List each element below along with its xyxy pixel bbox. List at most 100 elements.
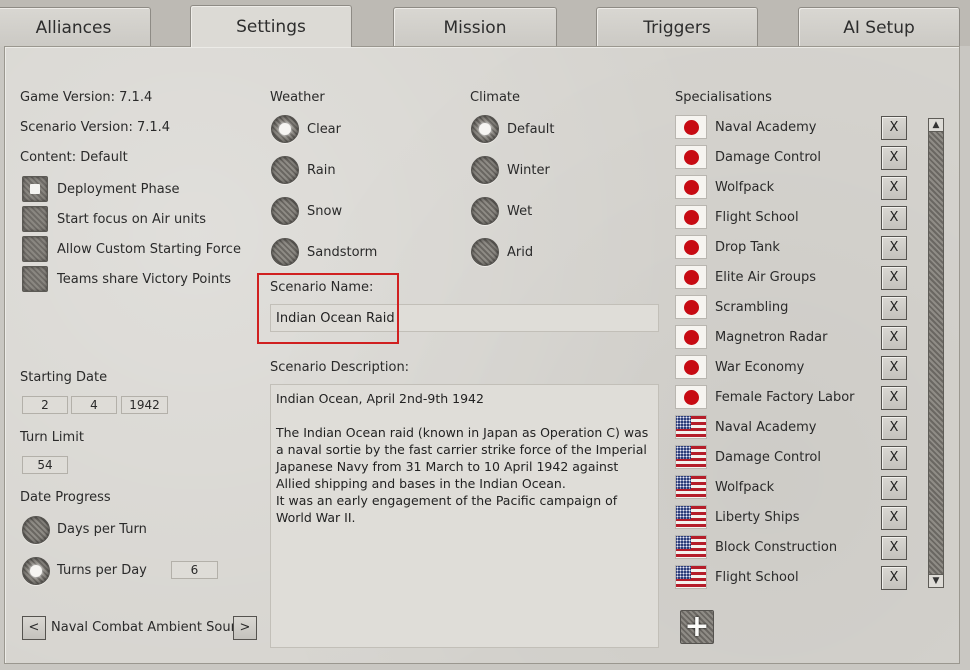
specialisation-name: Liberty Ships <box>715 510 800 525</box>
usa-flag-icon <box>675 535 707 559</box>
sound-next-button[interactable]: > <box>233 616 257 640</box>
tab-ai-setup[interactable]: AI Setup <box>798 7 960 47</box>
japan-flag-icon <box>675 115 707 139</box>
content-label: Content: Default <box>20 150 128 165</box>
remove-specialisation-button[interactable]: X <box>881 146 907 170</box>
climate-default-label: Default <box>507 122 555 137</box>
specialisation-name: War Economy <box>715 360 805 375</box>
turn-limit-field[interactable]: 54 <box>22 456 68 474</box>
usa-flag-icon <box>675 505 707 529</box>
game-version: Game Version: 7.1.4 <box>20 90 153 105</box>
share-vp-label: Teams share Victory Points <box>57 272 232 287</box>
specialisation-name: Wolfpack <box>715 180 775 195</box>
japan-flag-icon <box>675 385 707 409</box>
specialisation-name: Female Factory Labor <box>715 390 855 405</box>
weather-clear-label: Clear <box>307 122 341 137</box>
scenario-version: Scenario Version: 7.1.4 <box>20 120 171 135</box>
climate-winter-radio[interactable] <box>471 156 499 184</box>
remove-specialisation-button[interactable]: X <box>881 296 907 320</box>
climate-arid-label: Arid <box>507 245 534 260</box>
specialisation-name: Block Construction <box>715 540 838 555</box>
japan-flag-icon <box>675 145 707 169</box>
scroll-down-button[interactable]: ▼ <box>928 574 944 588</box>
specialisation-name: Flight School <box>715 210 799 225</box>
climate-winter-label: Winter <box>507 163 550 178</box>
specialisations-label: Specialisations <box>675 90 772 105</box>
deployment-phase-checkbox[interactable] <box>22 176 48 202</box>
japan-flag-icon <box>675 355 707 379</box>
weather-rain-radio[interactable] <box>271 156 299 184</box>
specialisation-name: Magnetron Radar <box>715 330 828 345</box>
remove-specialisation-button[interactable]: X <box>881 356 907 380</box>
tab-triggers[interactable]: Triggers <box>596 7 758 47</box>
japan-flag-icon <box>675 265 707 289</box>
remove-specialisation-button[interactable]: X <box>881 476 907 500</box>
japan-flag-icon <box>675 205 707 229</box>
usa-flag-icon <box>675 445 707 469</box>
weather-sandstorm-radio[interactable] <box>271 238 299 266</box>
weather-clear-radio[interactable] <box>271 115 299 143</box>
japan-flag-icon <box>675 295 707 319</box>
highlight-box <box>257 273 399 344</box>
scroll-up-button[interactable]: ▲ <box>928 118 944 132</box>
remove-specialisation-button[interactable]: X <box>881 326 907 350</box>
description-line-1: Indian Ocean, April 2nd-9th 1942 <box>276 391 484 406</box>
tab-alliances[interactable]: Alliances <box>0 7 151 47</box>
usa-flag-icon <box>675 475 707 499</box>
remove-specialisation-button[interactable]: X <box>881 386 907 410</box>
share-vp-checkbox[interactable] <box>22 266 48 292</box>
tab-settings[interactable]: Settings <box>190 5 352 47</box>
remove-specialisation-button[interactable]: X <box>881 236 907 260</box>
weather-sandstorm-label: Sandstorm <box>307 245 378 260</box>
remove-specialisation-button[interactable]: X <box>881 206 907 230</box>
specialisation-name: Wolfpack <box>715 480 775 495</box>
specialisation-name: Damage Control <box>715 150 821 165</box>
weather-rain-label: Rain <box>307 163 336 178</box>
remove-specialisation-button[interactable]: X <box>881 266 907 290</box>
remove-specialisation-button[interactable]: X <box>881 176 907 200</box>
tab-mission[interactable]: Mission <box>393 7 557 47</box>
custom-force-checkbox[interactable] <box>22 236 48 262</box>
climate-arid-radio[interactable] <box>471 238 499 266</box>
remove-specialisation-button[interactable]: X <box>881 566 907 590</box>
date-progress-label: Date Progress <box>20 490 111 505</box>
climate-default-radio[interactable] <box>471 115 499 143</box>
climate-wet-label: Wet <box>507 204 533 219</box>
turn-limit-label: Turn Limit <box>20 430 84 445</box>
start-year-field[interactable]: 1942 <box>121 396 168 414</box>
remove-specialisation-button[interactable]: X <box>881 446 907 470</box>
start-month-field[interactable]: 4 <box>71 396 117 414</box>
start-day-field[interactable]: 2 <box>22 396 68 414</box>
air-focus-label: Start focus on Air units <box>57 212 206 227</box>
turns-per-day-radio[interactable] <box>22 557 50 585</box>
weather-snow-label: Snow <box>307 204 343 219</box>
air-focus-checkbox[interactable] <box>22 206 48 232</box>
days-per-turn-radio[interactable] <box>22 516 50 544</box>
japan-flag-icon <box>675 235 707 259</box>
days-per-turn-label: Days per Turn <box>57 522 147 537</box>
weather-label: Weather <box>270 90 325 105</box>
tab-bar: Alliances Settings Mission Triggers AI S… <box>0 0 970 47</box>
turns-per-day-field[interactable]: 6 <box>171 561 218 579</box>
plus-icon: + <box>684 609 710 644</box>
scenario-description-textarea[interactable]: Indian Ocean, April 2nd-9th 1942 The Ind… <box>270 384 659 648</box>
sound-prev-button[interactable]: < <box>22 616 46 640</box>
remove-specialisation-button[interactable]: X <box>881 116 907 140</box>
ambient-sound-label: Naval Combat Ambient Sound <box>51 620 248 635</box>
scenario-description-label: Scenario Description: <box>270 360 410 375</box>
usa-flag-icon <box>675 565 707 589</box>
usa-flag-icon <box>675 415 707 439</box>
specialisation-name: Scrambling <box>715 300 789 315</box>
remove-specialisation-button[interactable]: X <box>881 506 907 530</box>
add-specialisation-button[interactable]: + <box>680 610 714 644</box>
deployment-phase-label: Deployment Phase <box>57 182 180 197</box>
climate-wet-radio[interactable] <box>471 197 499 225</box>
remove-specialisation-button[interactable]: X <box>881 416 907 440</box>
remove-specialisation-button[interactable]: X <box>881 536 907 560</box>
turns-per-day-label: Turns per Day <box>57 563 147 578</box>
specialisation-name: Flight School <box>715 570 799 585</box>
specialisations-scrollbar[interactable] <box>928 118 944 588</box>
specialisation-name: Damage Control <box>715 450 821 465</box>
weather-snow-radio[interactable] <box>271 197 299 225</box>
specialisation-name: Elite Air Groups <box>715 270 816 285</box>
